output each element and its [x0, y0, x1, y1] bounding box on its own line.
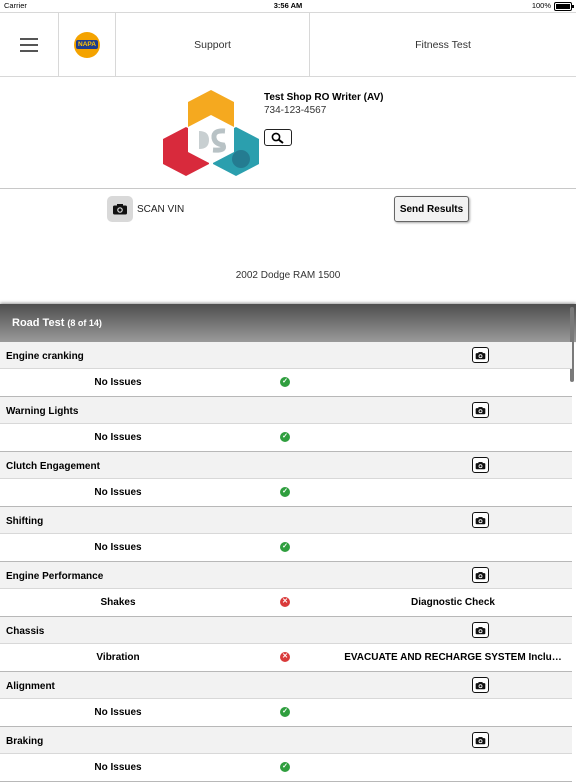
item-issue: No Issues: [94, 432, 142, 443]
shop-name: Test Shop RO Writer (AV): [264, 92, 384, 103]
photo-button[interactable]: [472, 732, 489, 748]
check-icon: ✓: [280, 432, 290, 442]
check-icon: ✓: [280, 487, 290, 497]
photo-button[interactable]: [472, 677, 489, 693]
item-name: Warning Lights: [6, 406, 79, 417]
item-name: Engine cranking: [6, 351, 84, 362]
item-name: Braking: [6, 736, 44, 747]
item-name: Shifting: [6, 516, 44, 527]
top-nav: NAPA Support Fitness Test: [0, 12, 576, 77]
road-test-header: Road Test (8 of 14): [0, 304, 576, 342]
item-recommendation: Diagnostic Check: [411, 597, 495, 608]
photo-button[interactable]: [472, 567, 489, 583]
check-icon: ✓: [280, 762, 290, 772]
camera-icon: [475, 406, 486, 414]
menu-button[interactable]: [0, 13, 59, 76]
photo-button[interactable]: [472, 457, 489, 473]
list-item: Shifting No Issues ✓: [0, 507, 572, 562]
check-icon: ✓: [280, 707, 290, 717]
camera-icon: [475, 736, 486, 744]
item-name: Alignment: [6, 681, 55, 692]
item-issue: No Issues: [94, 542, 142, 553]
fitness-test-tab[interactable]: Fitness Test: [310, 13, 576, 76]
photo-button[interactable]: [472, 347, 489, 363]
check-icon: ✓: [280, 542, 290, 552]
section-count: (8 of 14): [67, 318, 102, 328]
list-item: Braking No Issues ✓: [0, 727, 572, 782]
shop-logo: [163, 90, 259, 176]
camera-icon: [475, 461, 486, 469]
shop-info: Test Shop RO Writer (AV) 734-123-4567: [0, 77, 576, 189]
item-issue: No Issues: [94, 707, 142, 718]
photo-button[interactable]: [472, 622, 489, 638]
vehicle-name: 2002 Dodge RAM 1500: [235, 270, 341, 281]
camera-icon: [475, 681, 486, 689]
hamburger-icon: [20, 37, 38, 52]
item-recommendation: EVACUATE AND RECHARGE SYSTEM Inclu…: [344, 652, 562, 663]
section-title: Road Test (8 of 14): [12, 317, 102, 329]
list-item: Engine Performance Shakes ✕ Diagnostic C…: [0, 562, 572, 617]
search-icon: [271, 132, 284, 144]
inspection-list: Engine cranking No Issues ✓ Warning Ligh…: [0, 342, 572, 782]
battery-percent: 100%: [531, 1, 551, 10]
napa-logo[interactable]: NAPA: [59, 13, 116, 76]
search-button[interactable]: [264, 129, 292, 146]
camera-icon: [475, 351, 486, 359]
item-name: Engine Performance: [6, 571, 104, 582]
napa-logo-icon: NAPA: [74, 31, 100, 58]
battery-indicator: 100%: [531, 0, 574, 12]
camera-icon: [113, 204, 127, 215]
camera-icon: [475, 516, 486, 524]
status-bar: Carrier 3:56 AM 100%: [0, 0, 576, 12]
error-icon: ✕: [280, 597, 290, 607]
send-results-button[interactable]: Send Results: [394, 196, 469, 222]
list-item: Warning Lights No Issues ✓: [0, 397, 572, 452]
item-issue: Shakes: [100, 597, 136, 608]
photo-button[interactable]: [472, 512, 489, 528]
item-issue: No Issues: [94, 377, 142, 388]
camera-icon: [475, 626, 486, 634]
support-tab[interactable]: Support: [116, 13, 310, 76]
item-issue: No Issues: [94, 487, 142, 498]
error-icon: ✕: [280, 652, 290, 662]
camera-icon: [475, 571, 486, 579]
list-item: Alignment No Issues ✓: [0, 672, 572, 727]
item-name: Chassis: [6, 626, 45, 637]
scan-vin-button[interactable]: [107, 196, 133, 222]
list-item: Clutch Engagement No Issues ✓: [0, 452, 572, 507]
photo-button[interactable]: [472, 402, 489, 418]
scan-vin-label[interactable]: SCAN VIN: [137, 204, 184, 215]
clock: 3:56 AM: [273, 1, 303, 10]
item-issue: Vibration: [96, 652, 140, 663]
list-item: Chassis Vibration ✕ EVACUATE AND RECHARG…: [0, 617, 572, 672]
check-icon: ✓: [280, 377, 290, 387]
battery-icon: [554, 1, 574, 11]
shop-phone: 734-123-4567: [264, 105, 327, 116]
item-name: Clutch Engagement: [6, 461, 100, 472]
list-item: Engine cranking No Issues ✓: [0, 342, 572, 397]
